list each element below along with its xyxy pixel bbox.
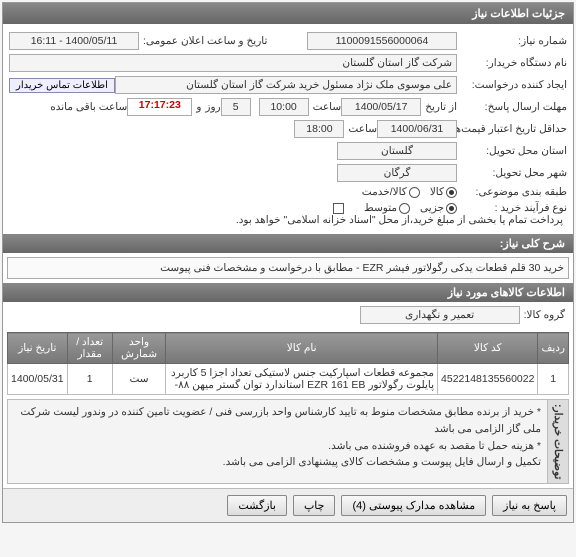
back-button[interactable]: بازگشت (227, 495, 287, 516)
lbl-requester: ایجاد کننده درخواست: (457, 79, 567, 91)
radio-proc-medium-label: متوسط (364, 202, 397, 214)
val-countdown: 17:17:23 (127, 98, 192, 116)
val-group: تعمیر و نگهداری (360, 306, 520, 324)
cell-unit: ست (112, 364, 166, 395)
buyer-notes-content: * خرید از برنده مطابق مشخصات منوط به تای… (8, 400, 547, 483)
lbl-pay-note: پرداخت تمام یا بخشی از مبلغ خرید،از محل … (232, 214, 563, 226)
lbl-need-no: شماره نیاز: (457, 35, 567, 47)
lbl-from-date: از تاریخ (421, 101, 457, 113)
radio-proc-minor[interactable]: جزیی (420, 202, 457, 214)
val-city: گرگان (337, 164, 457, 182)
lbl-announce: تاریخ و ساعت اعلان عمومی: (139, 35, 267, 47)
radio-proc-medium[interactable]: متوسط (364, 202, 410, 214)
lbl-process-type: نوع فرآیند خرید : (457, 202, 567, 214)
cell-idx: 1 (538, 364, 569, 395)
lbl-group: گروه کالا: (520, 309, 565, 321)
cell-code: 4522148135560022 (438, 364, 538, 395)
val-announce: 1400/05/11 - 16:11 (9, 32, 139, 50)
panel-title: جزئیات اطلاعات نیاز (3, 3, 573, 24)
radio-dot-icon (446, 203, 457, 214)
val-requester: علی موسوی ملک نژاد مسئول خرید شرکت گاز ا… (115, 76, 457, 94)
table-header-row: ردیف کد کالا نام کالا واحد شمارش تعداد /… (8, 333, 569, 364)
val-validity-time: 18:00 (294, 120, 344, 138)
val-deadline-date: 1400/05/17 (341, 98, 421, 116)
print-button[interactable]: چاپ (293, 495, 336, 516)
lbl-city: شهر محل تحویل: (457, 167, 567, 179)
items-section-title: اطلاعات کالاهای مورد نیاز (3, 283, 573, 302)
lbl-validity: حداقل تاریخ اعتبار قیمت‌ها تا تاریخ: (457, 123, 567, 135)
radio-cat-gs-label: کالا/خدمت (362, 186, 407, 198)
need-desc-title: شرح کلی نیاز: (3, 234, 573, 253)
th-code: کد کالا (438, 333, 538, 364)
buyer-notes-label: توضیحات خریدار: (547, 400, 568, 483)
reply-button[interactable]: پاسخ به نیاز (492, 495, 567, 516)
buyer-notes-box: توضیحات خریدار: * خرید از برنده مطابق مش… (7, 399, 569, 484)
pay-treasury-checkbox[interactable] (333, 203, 344, 214)
th-unit: واحد شمارش (112, 333, 166, 364)
th-name: نام کالا (166, 333, 438, 364)
val-need-no: 1100091556000064 (307, 32, 457, 50)
need-desc-text: خرید 30 قلم قطعات یدکی رگولاتور فیشر EZR… (7, 257, 569, 279)
radio-cat-goods-service[interactable]: کالا/خدمت (362, 186, 420, 198)
th-date: تاریخ نیاز (8, 333, 68, 364)
val-validity-date: 1400/06/31 (377, 120, 457, 138)
lbl-buyer-org: نام دستگاه خریدار: (457, 57, 567, 69)
process-radio-group: جزیی متوسط (364, 202, 457, 214)
lbl-remaining: ساعت باقی مانده (46, 101, 127, 113)
action-bar: پاسخ به نیاز مشاهده مدارک پیوستی (4) چاپ… (3, 488, 573, 522)
buyer-note-line: تکمیل و ارسال فایل پیوست و مشخصات کالای … (14, 454, 541, 471)
need-details-panel: جزئیات اطلاعات نیاز شماره نیاز: 11000915… (2, 2, 574, 523)
cell-date: 1400/05/31 (8, 364, 68, 395)
categorize-radio-group: کالا کالا/خدمت (362, 186, 457, 198)
table-row[interactable]: 1 4522148135560022 مجموعه قطعات اسپارکیت… (8, 364, 569, 395)
lbl-day: روز (201, 101, 220, 113)
form-area: شماره نیاز: 1100091556000064 تاریخ و ساع… (3, 24, 573, 234)
attachments-button[interactable]: مشاهده مدارک پیوستی (4) (341, 495, 486, 516)
th-qty: تعداد / مقدار (67, 333, 112, 364)
lbl-province: استان محل تحویل: (457, 145, 567, 157)
buyer-note-line: * هزینه حمل تا مقصد به عهده فروشنده می ب… (14, 438, 541, 455)
lbl-categorize: طبقه بندی موضوعی: (457, 186, 567, 198)
radio-dot-icon (399, 203, 410, 214)
radio-dot-icon (409, 187, 420, 198)
lbl-at-time-1: ساعت (309, 101, 342, 113)
cell-qty: 1 (67, 364, 112, 395)
cell-name: مجموعه قطعات اسپارکیت جنس لاستیکی تعداد … (166, 364, 438, 395)
val-province: گلستان (337, 142, 457, 160)
radio-cat-goods[interactable]: کالا (430, 186, 457, 198)
radio-dot-icon (446, 187, 457, 198)
lbl-deadline: مهلت ارسال پاسخ: (457, 101, 567, 113)
radio-cat-goods-label: کالا (430, 186, 444, 198)
radio-proc-minor-label: جزیی (420, 202, 444, 214)
val-buyer-org: شرکت گاز استان گلستان (9, 54, 457, 72)
val-days-remain: 5 (221, 98, 251, 116)
th-idx: ردیف (538, 333, 569, 364)
lbl-and: و (192, 101, 201, 113)
buyer-note-line: * خرید از برنده مطابق مشخصات منوط به تای… (14, 404, 541, 438)
val-deadline-time: 10:00 (259, 98, 309, 116)
items-table: ردیف کد کالا نام کالا واحد شمارش تعداد /… (7, 332, 569, 395)
contact-buyer-button[interactable]: اطلاعات تماس خریدار (9, 78, 115, 93)
lbl-at-time-2: ساعت (344, 123, 377, 135)
